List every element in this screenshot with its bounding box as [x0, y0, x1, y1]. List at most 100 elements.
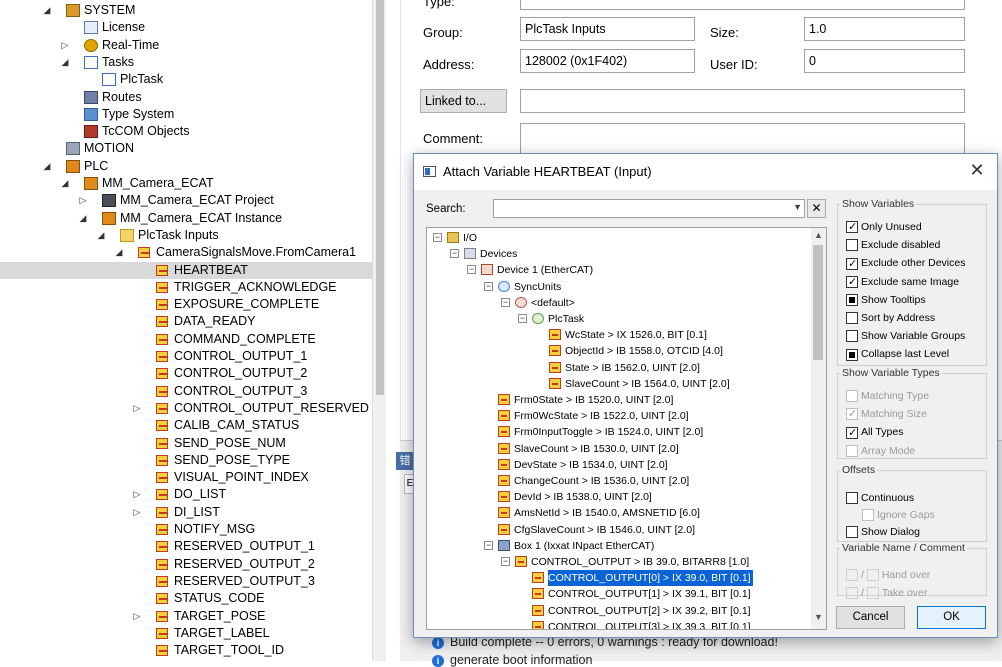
expand-icon[interactable]: ▷ [132, 504, 142, 521]
option-checkbox[interactable]: Array Mode [846, 444, 915, 460]
collapse-icon[interactable]: − [467, 265, 476, 275]
option-checkbox[interactable]: Exclude disabled [846, 238, 940, 254]
tree-item[interactable]: CONTROL_OUTPUT_2 [0, 365, 372, 382]
tree-item[interactable]: RESERVED_OUTPUT_2 [0, 556, 372, 573]
tree-item[interactable]: TRIGGER_ACKNOWLEDGE [0, 279, 372, 296]
search-combobox[interactable]: ▼ [493, 199, 805, 218]
collapse-icon[interactable]: − [484, 540, 493, 550]
variable-tree-item[interactable]: − SyncUnits [427, 279, 807, 295]
tree-item[interactable]: ◢ PlcTask Inputs [0, 227, 372, 244]
checkbox-box[interactable] [846, 294, 858, 307]
expand-icon[interactable]: ▷ [78, 192, 88, 209]
variable-tree-item[interactable]: Frm0State > IB 1520.0, UINT [2.0] [427, 392, 807, 408]
tree-item[interactable]: ▷ Real-Time [0, 37, 372, 54]
take-over-checkbox[interactable]: / Take over [846, 586, 927, 602]
variable-tree-item[interactable]: − CONTROL_OUTPUT > IB 39.0, BITARR8 [1.0] [427, 554, 807, 570]
tree-item[interactable]: MOTION [0, 140, 372, 157]
linked-to-button[interactable]: Linked to... [420, 89, 507, 113]
option-checkbox[interactable]: Show Tooltips [846, 293, 926, 309]
checkbox-box[interactable] [846, 492, 858, 505]
userid-field[interactable]: 0 [804, 49, 965, 73]
variable-tree-item[interactable]: CONTROL_OUTPUT[1] > IX 39.1, BIT [0.1] [427, 586, 807, 602]
variable-tree-item[interactable]: WcState > IX 1526.0, BIT [0.1] [427, 327, 807, 343]
collapse-icon[interactable]: ◢ [60, 54, 70, 71]
scrollbar-thumb[interactable] [813, 245, 823, 360]
option-checkbox[interactable]: Matching Type [846, 389, 929, 405]
variable-tree-item[interactable]: ObjectId > IB 1558.0, OTCID [4.0] [427, 343, 807, 359]
variable-tree-item[interactable]: − Devices [427, 246, 807, 262]
tree-item[interactable]: COMMAND_COMPLETE [0, 331, 372, 348]
option-checkbox[interactable]: Exclude same Image [846, 275, 959, 291]
tree-item[interactable]: ◢ CameraSignalsMove.FromCamera1 [0, 244, 372, 261]
checkbox-box[interactable] [866, 569, 879, 582]
variable-tree-item[interactable]: CfgSlaveCount > IB 1546.0, UINT [2.0] [427, 522, 807, 538]
collapse-icon[interactable]: − [484, 281, 493, 291]
hand-over-checkbox[interactable]: / Hand over [846, 568, 930, 584]
tree-item[interactable]: EXPOSURE_COMPLETE [0, 296, 372, 313]
checkbox-box[interactable] [846, 587, 858, 600]
variable-tree-item[interactable]: SlaveCount > IB 1530.0, UINT [2.0] [427, 441, 807, 457]
checkbox-box[interactable] [846, 312, 858, 325]
checkbox-box[interactable] [846, 426, 858, 440]
tree-item[interactable]: ▷ CONTROL_OUTPUT_RESERVED [0, 400, 372, 417]
checkbox-box[interactable] [846, 348, 858, 361]
linked-to-field[interactable] [520, 89, 965, 113]
tree-item[interactable]: ◢ MM_Camera_ECAT [0, 175, 372, 192]
tree-item[interactable]: TARGET_LABEL [0, 625, 372, 642]
ok-button[interactable]: OK [917, 606, 986, 629]
solution-explorer-scrollbar[interactable] [372, 0, 386, 661]
variable-tree-item[interactable]: State > IB 1562.0, UINT [2.0] [427, 360, 807, 376]
tree-item[interactable]: License [0, 19, 372, 36]
option-checkbox[interactable]: Matching Size [846, 407, 927, 423]
variable-tree-item[interactable]: − <default> [427, 295, 807, 311]
variable-tree-item[interactable]: CONTROL_OUTPUT[3] > IX 39.3, BIT [0.1] [427, 619, 807, 629]
option-checkbox[interactable]: Show Variable Groups [846, 329, 965, 345]
tree-item[interactable]: NOTIFY_MSG [0, 521, 372, 538]
error-list-tab[interactable]: 错 [396, 452, 414, 470]
variable-tree-item[interactable]: CONTROL_OUTPUT[2] > IX 39.2, BIT [0.1] [427, 603, 807, 619]
tree-item[interactable]: ◢ MM_Camera_ECAT Instance [0, 210, 372, 227]
tree-item[interactable]: TARGET_TOOL_ID [0, 642, 372, 659]
clear-search-button[interactable]: ✕ [807, 199, 826, 218]
tree-item[interactable]: Routes [0, 89, 372, 106]
tree-item[interactable]: DATA_READY [0, 313, 372, 330]
variable-tree-item[interactable]: Frm0WcState > IB 1522.0, UINT [2.0] [427, 408, 807, 424]
tree-item[interactable]: ◢ PLC [0, 158, 372, 175]
expand-icon[interactable]: ▷ [60, 37, 70, 54]
checkbox-box[interactable] [846, 275, 858, 289]
variable-tree-item[interactable]: − Device 1 (EtherCAT) [427, 262, 807, 278]
tree-item[interactable]: CONTROL_OUTPUT_1 [0, 348, 372, 365]
tree-item[interactable]: ◢ Tasks [0, 54, 372, 71]
variable-tree-item[interactable]: Frm0InputToggle > IB 1524.0, UINT [2.0] [427, 424, 807, 440]
collapse-icon[interactable]: ◢ [96, 227, 106, 244]
checkbox-box[interactable] [846, 407, 858, 421]
collapse-icon[interactable]: − [433, 233, 442, 242]
collapse-icon[interactable]: ◢ [42, 2, 52, 19]
tree-item[interactable]: PlcTask [0, 71, 372, 88]
expand-icon[interactable]: ▷ [132, 486, 142, 503]
tree-item[interactable]: CONTROL_OUTPUT_3 [0, 383, 372, 400]
collapse-icon[interactable]: − [501, 557, 510, 566]
tree-item[interactable]: RESERVED_OUTPUT_3 [0, 573, 372, 590]
option-checkbox[interactable]: Sort by Address [846, 311, 935, 327]
collapse-icon[interactable]: − [518, 314, 527, 323]
variable-tree-item[interactable]: DevId > IB 1538.0, UINT [2.0] [427, 489, 807, 505]
scroll-up-icon[interactable]: ▲ [811, 230, 826, 245]
size-field[interactable]: 1.0 [804, 17, 965, 41]
continuous-checkbox[interactable]: Continuous [846, 491, 914, 507]
tree-item[interactable]: Type System [0, 106, 372, 123]
tree-item[interactable]: ▷ TARGET_POSE [0, 608, 372, 625]
checkbox-box[interactable] [846, 569, 858, 582]
collapse-icon[interactable]: − [450, 249, 459, 259]
checkbox-box[interactable] [846, 330, 858, 343]
group-field[interactable]: PlcTask Inputs [520, 17, 695, 41]
checkbox-box[interactable] [862, 509, 874, 522]
checkbox-box[interactable] [846, 257, 858, 271]
option-checkbox[interactable]: Collapse last Level [846, 347, 949, 363]
collapse-icon[interactable]: ◢ [78, 210, 88, 227]
close-icon[interactable]: ✕ [967, 160, 987, 181]
checkbox-box[interactable] [846, 390, 858, 403]
dialog-title-bar[interactable]: Attach Variable HEARTBEAT (Input) ✕ [414, 154, 997, 190]
variable-tree-item[interactable]: − PlcTask [427, 311, 807, 327]
tree-item[interactable]: STATUS_CODE [0, 590, 372, 607]
